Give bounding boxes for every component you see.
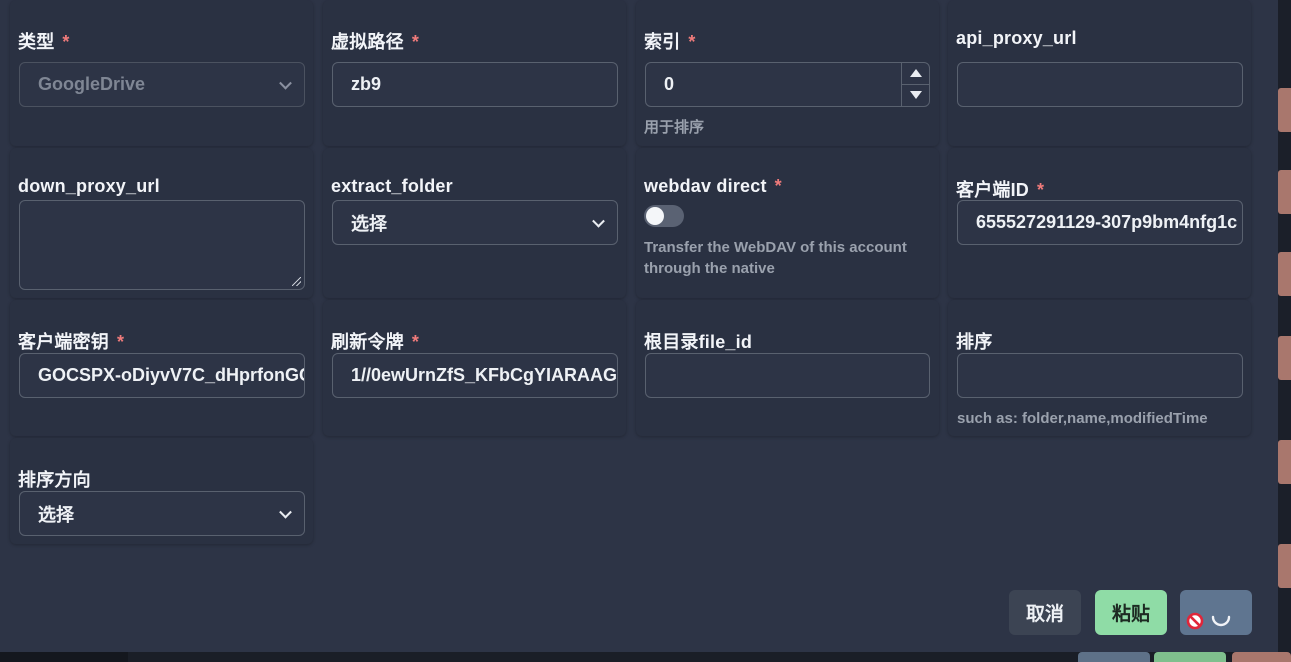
field-refresh-token: 刷新令牌 * 1//0ewUrnZfS_KFbCgYIARAAGA [323,300,626,436]
background-toggle-button [1154,652,1226,662]
triangle-up-icon [909,69,922,78]
field-extract-folder: extract_folder 选择 [323,148,626,298]
storage-edit-modal: 类型 * GoogleDrive 虚拟路径 * zb9 索引 * 0 用于排序 api… [0,0,1278,652]
field-mount-path: 虚拟路径 * zb9 [323,0,626,146]
refresh-token-value: 1//0ewUrnZfS_KFbCgYIARAAGA [351,365,618,385]
required-mark: * [117,332,125,352]
order-by-help-text: such as: folder,name,modifiedTime [957,410,1208,427]
refresh-token-input[interactable]: 1//0ewUrnZfS_KFbCgYIARAAGA [332,353,618,398]
client-id-input[interactable]: 655527291129-307p9bm4nfg1c [957,200,1243,245]
background-delete-tab [1278,252,1291,296]
client-secret-value: GOCSPX-oDiyvV7C_dHprfonGC [38,365,305,385]
field-order: 索引 * 0 用于排序 [636,0,939,146]
loading-spinner-icon [1211,615,1231,626]
toggle-knob [646,207,664,225]
type-value: GoogleDrive [38,74,146,94]
client-secret-label: 客户端密钥 [18,332,109,352]
background-delete-tab [1278,88,1291,132]
background-edit-button [1078,652,1150,662]
client-id-value: 655527291129-307p9bm4nfg1c [976,212,1238,232]
webdav-direct-help-line-1: Transfer the WebDAV of this account [644,239,907,256]
required-mark: * [411,32,420,52]
root-folder-id-label: 根目录file_id [644,332,753,352]
mount-path-input[interactable]: zb9 [332,62,618,107]
api-proxy-url-label: api_proxy_url [956,28,1077,48]
background-delete-tab [1278,336,1291,380]
type-label: 类型 [18,32,55,52]
refresh-token-label: 刷新令牌 [331,332,404,352]
background-delete-tab [1278,170,1291,214]
triangle-down-icon [909,91,922,100]
order-label: 索引 [644,32,681,52]
field-down-proxy-url: down_proxy_url [10,148,313,298]
background-delete-tab [1278,440,1291,484]
order-value: 0 [664,74,675,94]
chevron-down-icon [279,76,292,90]
cancel-button[interactable]: 取消 [1009,590,1081,635]
type-select[interactable]: GoogleDrive [19,62,305,107]
order-help-text: 用于排序 [644,119,705,136]
webdav-direct-help-line-2: through the native [644,260,775,277]
increment-button[interactable] [902,63,929,85]
field-api-proxy-url: api_proxy_url [948,0,1251,146]
decrement-button[interactable] [902,85,929,107]
order-direction-select[interactable]: 选择 [19,491,305,536]
client-id-label: 客户端ID [956,180,1029,200]
down-proxy-url-label: down_proxy_url [18,176,160,196]
field-client-id: 客户端ID * 655527291129-307p9bm4nfg1c [948,148,1251,298]
order-by-label: 排序 [956,332,993,352]
field-root-folder-id: 根目录file_id [636,300,939,436]
extract-folder-label: extract_folder [331,176,453,196]
not-allowed-icon [1186,612,1204,630]
order-stepper [901,63,929,106]
resize-handle-icon[interactable] [292,277,301,286]
order-number-input[interactable]: 0 [645,62,930,107]
paste-button[interactable]: 粘贴 [1095,590,1167,635]
api-proxy-url-input[interactable] [957,62,1243,107]
background-delete-tab [1278,544,1291,588]
order-direction-label: 排序方向 [18,470,91,490]
required-mark: * [774,176,782,196]
root-folder-id-input[interactable] [645,353,930,398]
extract-folder-select[interactable]: 选择 [332,200,618,245]
webdav-direct-label: webdav direct [644,176,767,196]
chevron-down-icon [592,214,605,228]
required-mark: * [62,32,70,52]
field-type: 类型 * GoogleDrive [10,0,313,146]
background-delete-button [1232,652,1291,662]
background-sidebar [0,652,128,662]
extract-folder-value: 选择 [351,213,387,234]
field-order-direction: 排序方向 选择 [10,438,313,544]
client-secret-input[interactable]: GOCSPX-oDiyvV7C_dHprfonGC [19,353,305,398]
required-mark: * [688,32,696,52]
mount-path-label: 虚拟路径 [331,32,404,52]
chevron-down-icon [279,505,292,519]
order-by-input[interactable] [957,353,1243,398]
order-direction-value: 选择 [38,504,74,525]
webdav-direct-toggle[interactable] [644,205,684,227]
field-client-secret: 客户端密钥 * GOCSPX-oDiyvV7C_dHprfonGC [10,300,313,436]
required-mark: * [1037,180,1045,200]
required-mark: * [411,332,420,352]
field-webdav-direct: webdav direct * Transfer the WebDAV of th… [636,148,939,298]
mount-path-value: zb9 [351,74,382,94]
field-order-by: 排序 such as: folder,name,modifiedTime [948,300,1251,436]
save-button-loading[interactable] [1180,590,1252,635]
down-proxy-url-textarea[interactable] [19,200,305,290]
